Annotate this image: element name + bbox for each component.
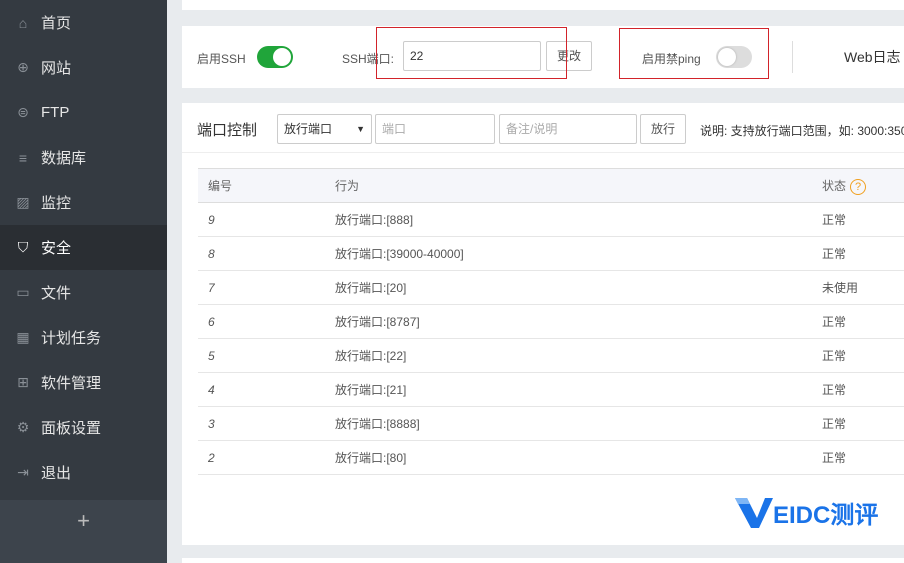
ssh-toggle[interactable] xyxy=(257,46,293,68)
header-action: 行为 xyxy=(335,168,822,203)
status-label: 状态 xyxy=(822,178,847,193)
allow-button[interactable]: 放行 xyxy=(640,114,686,144)
highlight-box xyxy=(376,27,567,79)
home-icon: ⌂ xyxy=(18,14,28,31)
port-control-panel: 端口控制 放行端口 ▼ 端口 备注/说明 放行 说明: 支持放行端口范围，如: 3… xyxy=(182,103,904,545)
web-log-link[interactable]: Web日志 xyxy=(844,47,901,67)
hint-text: 说明: 支持放行端口范围，如: 3000:3500 xyxy=(700,124,904,138)
row-action: 放行端口:[888] xyxy=(335,202,822,237)
ftp-icon: ⊜ xyxy=(17,104,29,120)
table-row: 5 放行端口:[22] 正常 xyxy=(198,338,904,373)
row-id: 5 xyxy=(198,338,335,373)
port-input[interactable]: 端口 xyxy=(375,114,495,144)
row-action: 放行端口:[20] xyxy=(335,270,822,305)
ssh-panel: 启用SSH SSH端口: 22 更改 启用禁ping Web日志 xyxy=(182,26,904,88)
row-action: 放行端口:[22] xyxy=(335,338,822,373)
watermark-logo: EIDC测评 xyxy=(735,495,878,530)
sidebar-item-label: 安全 xyxy=(41,240,72,257)
sidebar-item-3[interactable]: ≡ 数据库 xyxy=(0,135,167,180)
row-status: 正常 xyxy=(822,372,904,407)
sidebar-item-label: 面板设置 xyxy=(41,420,102,437)
row-action: 放行端口:[8787] xyxy=(335,304,822,339)
table-row: 7 放行端口:[20] 未使用 xyxy=(198,270,904,305)
ssh-enable-label: 启用SSH xyxy=(197,52,246,66)
sidebar-item-9[interactable]: ⚙ 面板设置 xyxy=(0,405,167,450)
table-row: 6 放行端口:[8787] 正常 xyxy=(198,304,904,339)
bottom-panel xyxy=(182,558,904,563)
row-id: 6 xyxy=(198,304,335,339)
sidebar-item-1[interactable]: ⊕ 网站 xyxy=(0,45,167,90)
port-table: 编号 行为 状态? 9 放行端口:[888] 正常 8 放行端口:[39000-4000… xyxy=(198,168,904,475)
table-row: 3 放行端口:[8888] 正常 xyxy=(198,406,904,441)
row-status: 正常 xyxy=(822,406,904,441)
sidebar-item-label: 网站 xyxy=(41,60,72,77)
row-action: 放行端口:[8888] xyxy=(335,406,822,441)
sidebar-item-label: 文件 xyxy=(41,285,72,302)
row-status: 正常 xyxy=(822,202,904,237)
watermark-text: EIDC测评 xyxy=(773,502,879,529)
globe-icon: ⊕ xyxy=(17,59,29,75)
note-input[interactable]: 备注/说明 xyxy=(499,114,637,144)
table-row: 4 放行端口:[21] 正常 xyxy=(198,372,904,407)
row-id: 4 xyxy=(198,372,335,407)
table-row: 8 放行端口:[39000-40000] 正常 xyxy=(198,236,904,271)
sidebar-item-label: 退出 xyxy=(41,465,72,482)
header-id: 编号 xyxy=(198,168,335,203)
rule-type-select[interactable]: 放行端口 ▼ xyxy=(277,114,372,144)
sidebar-item-label: 计划任务 xyxy=(41,330,102,347)
sidebar-item-2[interactable]: ⊜ FTP xyxy=(0,90,167,135)
row-action: 放行端口:[39000-40000] xyxy=(335,236,822,271)
divider xyxy=(182,152,904,153)
sidebar-item-label: 软件管理 xyxy=(41,375,102,392)
sidebar-item-label: FTP xyxy=(41,104,70,121)
sidebar-item-7[interactable]: ▦ 计划任务 xyxy=(0,315,167,360)
calendar-icon: ▦ xyxy=(16,329,30,345)
apps-icon: ⊞ xyxy=(17,374,29,390)
sidebar-item-5[interactable]: ⛉ 安全 xyxy=(0,225,167,270)
chevron-down-icon: ▼ xyxy=(356,124,365,134)
row-status: 正常 xyxy=(822,440,904,475)
database-icon: ≡ xyxy=(18,149,28,166)
select-value: 放行端口 xyxy=(284,122,333,136)
row-status: 未使用 xyxy=(822,270,904,305)
sidebar-item-label: 首页 xyxy=(41,15,72,32)
top-panel xyxy=(182,0,904,10)
sidebar: ⌂ 首页 ⊕ 网站 ⊜ FTP ≡ 数据库 ▨ 监控 ⛉ 安全 ▭ 文件 ▦ 计划任务 ⊞ 软件管理 ⚙ 面板设置 ⇥ 退… xyxy=(0,0,167,563)
logo-v-icon xyxy=(735,497,773,528)
divider xyxy=(792,41,793,73)
highlight-box xyxy=(619,28,769,79)
row-id: 2 xyxy=(198,440,335,475)
monitor-icon: ▨ xyxy=(16,194,30,210)
row-id: 3 xyxy=(198,406,335,441)
help-icon[interactable]: ? xyxy=(850,178,867,195)
table-row: 9 放行端口:[888] 正常 xyxy=(198,202,904,237)
folder-icon: ▭ xyxy=(16,284,30,300)
sidebar-item-0[interactable]: ⌂ 首页 xyxy=(0,0,167,45)
header-status: 状态? xyxy=(822,168,904,203)
table-row: 2 放行端口:[80] 正常 xyxy=(198,440,904,475)
gear-icon: ⚙ xyxy=(16,419,30,435)
row-action: 放行端口:[80] xyxy=(335,440,822,475)
port-control-title: 端口控制 xyxy=(197,122,258,139)
row-status: 正常 xyxy=(822,338,904,373)
row-status: 正常 xyxy=(822,236,904,271)
sidebar-item-4[interactable]: ▨ 监控 xyxy=(0,180,167,225)
row-id: 9 xyxy=(198,202,335,237)
row-id: 7 xyxy=(198,270,335,305)
add-button[interactable]: + xyxy=(0,500,167,563)
sidebar-item-6[interactable]: ▭ 文件 xyxy=(0,270,167,315)
sidebar-item-label: 数据库 xyxy=(41,150,87,167)
sidebar-item-label: 监控 xyxy=(41,195,72,212)
row-action: 放行端口:[21] xyxy=(335,372,822,407)
row-status: 正常 xyxy=(822,304,904,339)
shield-icon: ⛉ xyxy=(17,239,29,255)
sidebar-item-10[interactable]: ⇥ 退出 xyxy=(0,450,167,495)
logout-icon: ⇥ xyxy=(17,464,29,480)
row-id: 8 xyxy=(198,236,335,271)
sidebar-item-8[interactable]: ⊞ 软件管理 xyxy=(0,360,167,405)
